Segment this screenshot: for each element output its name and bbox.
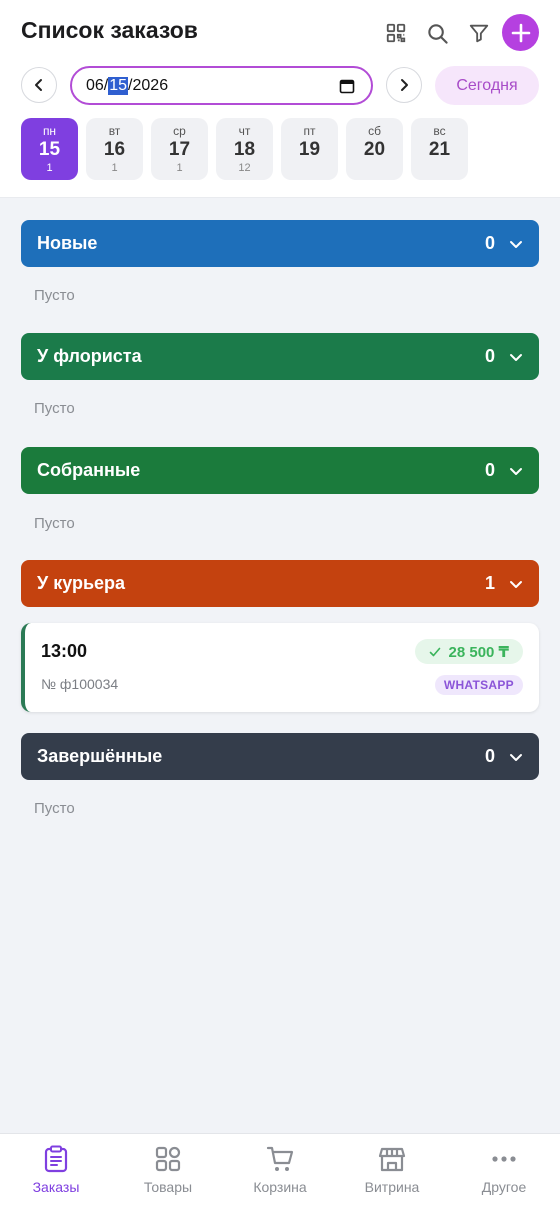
group-header-assembled[interactable]: Собранные 0 <box>21 447 539 494</box>
order-price: 28 500 ₸ <box>448 643 509 661</box>
nav-item-other[interactable]: Другое <box>448 1134 560 1214</box>
day-name: вт <box>108 124 121 138</box>
day-order-count: 1 <box>176 162 183 174</box>
grid-icon <box>155 1146 181 1172</box>
price-badge: 28 500 ₸ <box>414 639 523 664</box>
chevron-down-icon <box>510 753 522 761</box>
group-header-new[interactable]: Новые 0 <box>21 220 539 267</box>
group-name: У курьера <box>37 573 126 593</box>
day-date: 21 <box>428 139 451 160</box>
day-name: ср <box>173 124 186 138</box>
day-cell[interactable]: чт 18 12 <box>216 118 273 180</box>
day-date: 15 <box>38 139 61 160</box>
empty-placeholder: Пусто <box>34 287 75 304</box>
group-header-florist[interactable]: У флориста 0 <box>21 333 539 380</box>
chevron-right-icon <box>401 79 408 91</box>
nav-item-orders[interactable]: Заказы <box>0 1134 112 1214</box>
calendar-icon[interactable] <box>339 78 355 94</box>
day-cell[interactable]: пт 19 <box>281 118 338 180</box>
group-name: У флориста <box>37 346 142 366</box>
next-day-button[interactable] <box>386 67 422 103</box>
empty-placeholder: Пусто <box>34 800 75 817</box>
clipboard-icon <box>44 1145 68 1173</box>
day-cell[interactable]: вс 21 <box>411 118 468 180</box>
nav-label: Другое <box>481 1179 527 1195</box>
empty-placeholder: Пусто <box>34 515 75 532</box>
plus-icon <box>511 23 530 42</box>
group-count: 0 <box>484 346 495 366</box>
group-header-completed[interactable]: Завершённые 0 <box>21 733 539 780</box>
empty-placeholder: Пусто <box>34 400 75 417</box>
order-number: № ф100034 <box>41 676 119 692</box>
day-cell[interactable]: вт 16 1 <box>86 118 143 180</box>
date-field[interactable]: 06/15/2026 <box>70 66 373 105</box>
group-count: 0 <box>484 746 495 766</box>
date-month: 06 <box>86 76 104 94</box>
bottom-nav: Заказы Товары Корзина Витрина Другое <box>0 1133 560 1214</box>
store-icon <box>378 1147 406 1172</box>
day-cell[interactable]: ср 17 1 <box>151 118 208 180</box>
day-cell[interactable]: пн 15 1 <box>21 118 78 180</box>
nav-item-cart[interactable]: Корзина <box>224 1134 336 1214</box>
check-icon <box>429 647 440 656</box>
search-icon[interactable] <box>420 16 454 50</box>
add-order-button[interactable] <box>502 14 539 51</box>
order-card[interactable]: 13:00 № ф100034 28 500 ₸ WHATSAPP <box>21 623 539 712</box>
nav-label: Заказы <box>32 1179 80 1195</box>
day-date: 17 <box>168 139 191 160</box>
nav-item-products[interactable]: Товары <box>112 1134 224 1214</box>
cart-icon <box>266 1146 294 1171</box>
day-name: сб <box>368 124 381 138</box>
today-button[interactable]: Сегодня <box>435 66 539 105</box>
chevron-down-icon <box>510 580 522 588</box>
group-count: 0 <box>484 460 495 480</box>
day-date: 19 <box>298 139 321 160</box>
day-date: 16 <box>103 139 126 160</box>
day-name: пн <box>42 124 57 138</box>
day-name: вс <box>433 124 446 138</box>
more-icon <box>492 1156 516 1162</box>
group-header-courier[interactable]: У курьера 1 <box>21 560 539 607</box>
qr-code-icon[interactable] <box>379 16 413 50</box>
date-day: 15 <box>108 76 129 95</box>
nav-label: Витрина <box>364 1179 420 1195</box>
group-name: Завершённые <box>37 746 163 766</box>
day-order-count: 1 <box>111 162 118 174</box>
date-year: 2026 <box>132 76 169 94</box>
day-name: пт <box>303 124 316 138</box>
chevron-down-icon <box>510 240 522 248</box>
top-panel: Список заказов 06/15/2026 Сегодня пн 15 … <box>0 0 560 198</box>
source-badge: WHATSAPP <box>434 675 523 695</box>
day-date: 18 <box>233 139 256 160</box>
chevron-left-icon <box>35 79 42 91</box>
day-date: 20 <box>363 139 386 160</box>
filter-icon[interactable] <box>462 16 496 50</box>
chevron-down-icon <box>510 353 522 361</box>
group-count: 0 <box>484 233 495 253</box>
day-order-count: 1 <box>46 162 53 174</box>
prev-day-button[interactable] <box>21 67 57 103</box>
page-title: Список заказов <box>21 17 198 43</box>
chevron-down-icon <box>510 467 522 475</box>
order-time: 13:00 <box>41 641 88 661</box>
nav-label: Товары <box>143 1179 193 1195</box>
day-order-count: 12 <box>238 162 251 174</box>
nav-item-storefront[interactable]: Витрина <box>336 1134 448 1214</box>
group-count: 1 <box>484 573 495 593</box>
group-name: Новые <box>37 233 98 253</box>
week-day-strip: пн 15 1 вт 16 1 ср 17 1 чт 18 12 пт 19 с… <box>21 118 468 180</box>
group-name: Собранные <box>37 460 141 480</box>
nav-label: Корзина <box>253 1179 307 1195</box>
day-cell[interactable]: сб 20 <box>346 118 403 180</box>
day-name: чт <box>238 124 251 138</box>
